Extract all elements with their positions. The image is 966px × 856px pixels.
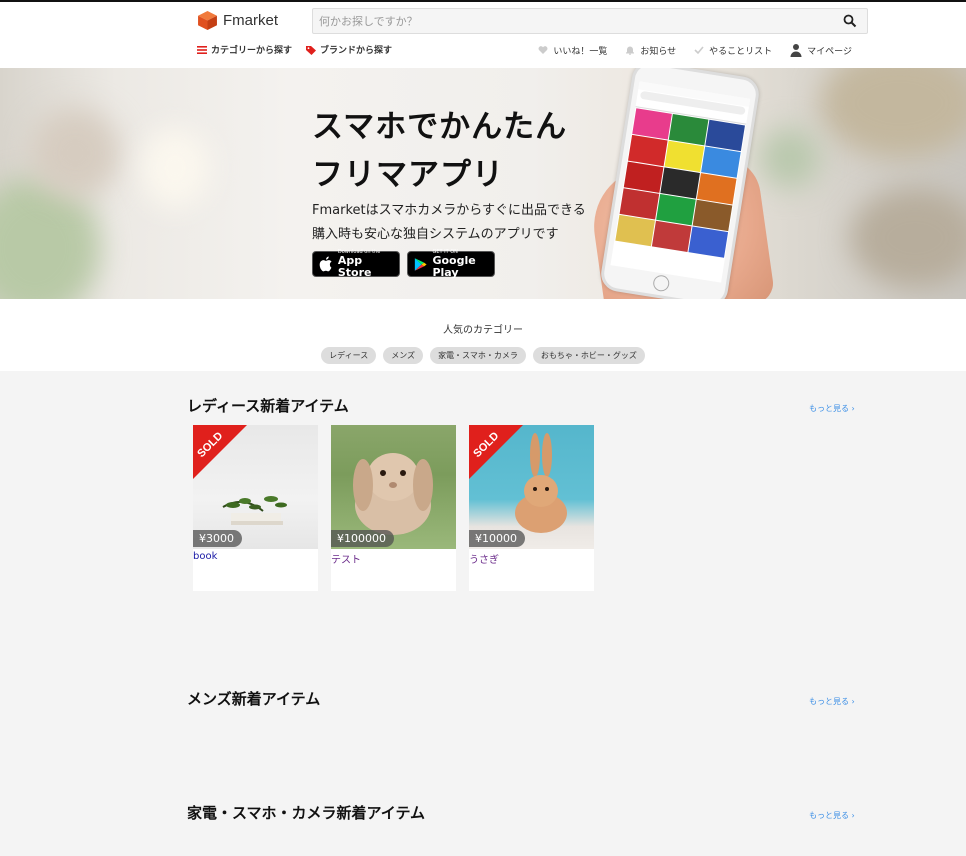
item-price: ¥3000 bbox=[193, 530, 242, 547]
nav-todo-label: やることリスト bbox=[709, 46, 773, 57]
apple-icon bbox=[319, 256, 332, 272]
nav-mypage[interactable]: マイページ bbox=[790, 43, 852, 57]
nav-category[interactable]: カテゴリーから探す bbox=[197, 43, 292, 56]
nav-brand[interactable]: ブランドから探す bbox=[306, 43, 392, 56]
phone-thumb bbox=[619, 188, 660, 220]
phone-thumb bbox=[623, 161, 664, 193]
tag-icon bbox=[306, 45, 317, 55]
banner-bg-light bbox=[140, 128, 210, 208]
section-title-ladies: レディース新着アイテム bbox=[187, 397, 349, 415]
nav-mypage-label: マイページ bbox=[807, 46, 852, 57]
user-icon bbox=[790, 44, 802, 57]
nav-category-label: カテゴリーから探す bbox=[211, 46, 293, 56]
nav-left: カテゴリーから探す ブランドから探す bbox=[197, 43, 392, 56]
item-name[interactable]: うさぎ bbox=[469, 551, 594, 566]
banner-headline-2: フリマアプリ bbox=[312, 157, 504, 193]
heart-icon bbox=[538, 46, 548, 54]
nav-likes[interactable]: いいね！一覧 bbox=[538, 43, 607, 57]
item-image-rabbit-lop: ¥100000 bbox=[331, 425, 456, 549]
chip-electronics[interactable]: 家電・スマホ・カメラ bbox=[430, 347, 526, 364]
banner-headline-1: スマホでかんたん bbox=[312, 109, 568, 145]
nav-likes-label: いいね！一覧 bbox=[553, 46, 608, 57]
phone-thumb bbox=[615, 214, 655, 247]
nav-notifications[interactable]: お知らせ bbox=[625, 43, 676, 57]
hero-banner: スマホでかんたん フリマアプリ Fmarketはスマホカメラからすぐに出品できる… bbox=[0, 68, 966, 299]
section-title-mens: メンズ新着アイテム bbox=[187, 690, 321, 708]
phone-thumb bbox=[632, 108, 672, 140]
category-chips: レディース メンズ 家電・スマホ・カメラ おもちゃ・ホビー・グッズ bbox=[0, 347, 966, 364]
phone-thumb bbox=[668, 114, 709, 146]
list-icon bbox=[197, 45, 207, 54]
item-name[interactable]: テスト bbox=[331, 551, 456, 566]
main-content: レディース新着アイテム もっと見る › SOLD ¥3000 book ¥100… bbox=[0, 371, 966, 856]
search-box bbox=[312, 8, 868, 34]
more-link-mens[interactable]: もっと見る › bbox=[809, 696, 855, 707]
item-card[interactable]: ¥100000 テスト bbox=[331, 425, 456, 591]
banner-bg-shelf-right bbox=[850, 188, 966, 288]
search-icon[interactable] bbox=[843, 14, 857, 28]
phone-screen bbox=[610, 81, 751, 283]
more-link-ladies[interactable]: もっと見る › bbox=[809, 403, 855, 414]
phone-home-button bbox=[652, 274, 671, 293]
phone-thumb bbox=[696, 173, 737, 205]
nav-right: いいね！一覧 お知らせ やることリスト マイページ bbox=[538, 43, 852, 57]
google-play-icon bbox=[414, 257, 427, 271]
logo[interactable]: Fmarket bbox=[197, 9, 278, 31]
app-store-big: App Store bbox=[337, 254, 372, 279]
phone-thumb bbox=[692, 199, 733, 232]
banner-desc-1: Fmarketはスマホカメラからすぐに出品できる bbox=[312, 203, 586, 218]
phone-item-grid bbox=[614, 107, 746, 259]
chip-ladies[interactable]: レディース bbox=[321, 347, 377, 364]
item-list-ladies: SOLD ¥3000 book ¥100000 テスト SOLD ¥10000 … bbox=[193, 425, 594, 591]
logo-cube-icon bbox=[198, 10, 217, 30]
phone-thumb bbox=[651, 220, 692, 253]
popular-categories: 人気のカテゴリー レディース メンズ 家電・スマホ・カメラ おもちゃ・ホビー・グ… bbox=[0, 299, 966, 371]
phone-thumb bbox=[705, 119, 745, 152]
item-image-rabbit: SOLD ¥10000 bbox=[469, 425, 594, 549]
item-image-book: SOLD ¥3000 bbox=[193, 425, 318, 549]
check-icon bbox=[694, 46, 704, 55]
app-store-button[interactable]: Download on the App Store bbox=[312, 249, 400, 279]
logo-text: Fmarket bbox=[223, 11, 279, 29]
item-card[interactable]: SOLD ¥3000 book bbox=[193, 425, 318, 591]
nav-todo[interactable]: やることリスト bbox=[694, 43, 772, 57]
item-card[interactable]: SOLD ¥10000 うさぎ bbox=[469, 425, 594, 591]
item-price: ¥100000 bbox=[331, 530, 394, 547]
more-link-electronics[interactable]: もっと見る › bbox=[809, 810, 855, 821]
item-name[interactable]: book bbox=[193, 551, 318, 562]
chip-mens[interactable]: メンズ bbox=[383, 347, 424, 364]
google-play-big: Google Play bbox=[432, 254, 476, 279]
banner-bg-plant-right bbox=[760, 128, 820, 188]
search-input[interactable] bbox=[313, 9, 833, 33]
banner-bg-window bbox=[820, 68, 966, 158]
phone-thumb bbox=[656, 194, 696, 226]
phone-thumb bbox=[701, 146, 741, 178]
chip-toys[interactable]: おもちゃ・ホビー・グッズ bbox=[532, 347, 645, 364]
banner-desc-2: 購入時も安心な独自システムのアプリです bbox=[312, 227, 559, 242]
item-price: ¥10000 bbox=[469, 530, 525, 547]
phone-thumb bbox=[664, 140, 705, 173]
banner-bg-shelf bbox=[30, 108, 120, 198]
section-title-electronics: 家電・スマホ・カメラ新着アイテム bbox=[187, 804, 426, 822]
site-header: Fmarket カテゴリーから探す ブランドから探す bbox=[0, 2, 966, 68]
nav-brand-label: ブランドから探す bbox=[320, 46, 393, 56]
phone-thumb bbox=[660, 167, 700, 199]
popular-title: 人気のカテゴリー bbox=[443, 325, 523, 336]
nav-notifications-label: お知らせ bbox=[640, 46, 677, 57]
bell-icon bbox=[626, 46, 635, 55]
phone-thumb bbox=[628, 134, 668, 167]
phone-thumb bbox=[688, 226, 729, 258]
google-play-button[interactable]: GET IT ON Google Play bbox=[407, 249, 495, 279]
